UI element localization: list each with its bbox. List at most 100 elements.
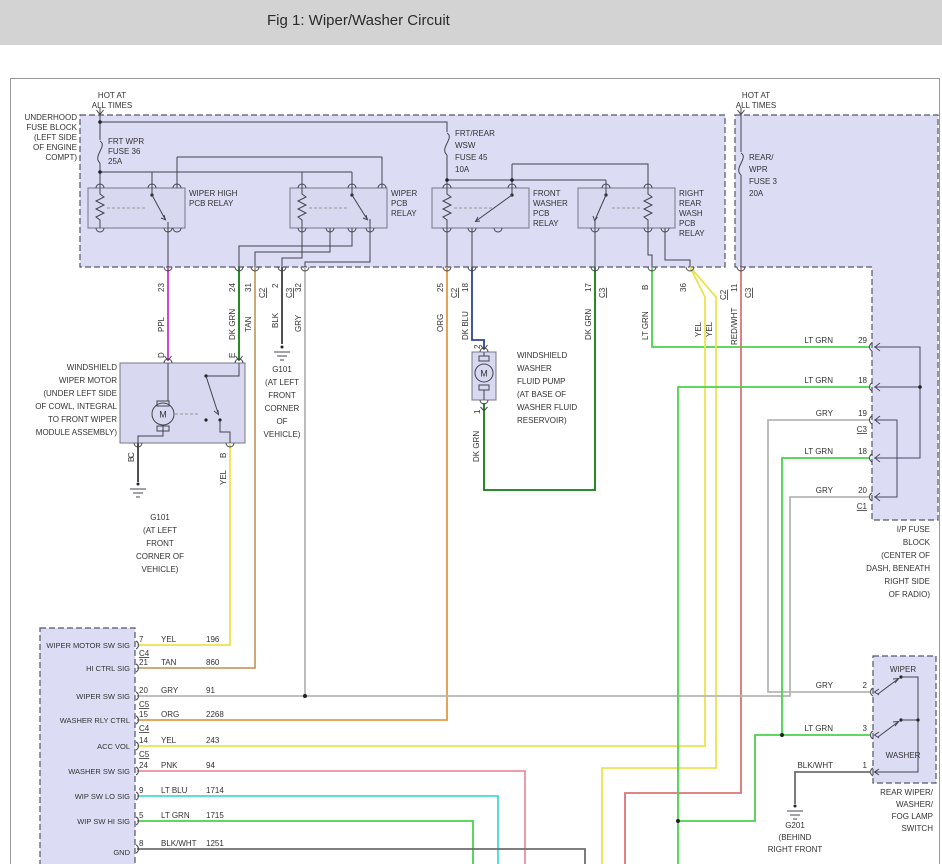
ip-pin-29-color: LT GRN [804, 336, 833, 345]
pump-pin-2: 2 [473, 344, 482, 349]
svg-text:LT BLU: LT BLU [161, 786, 188, 795]
wiring-diagram: M M HOT AT ALL TIMES HOT AT ALL TIMES UN… [10, 78, 940, 864]
wire-label-tan: TAN [244, 316, 253, 332]
svg-text:MODULE ASSEMBLY): MODULE ASSEMBLY) [36, 428, 118, 437]
bcm-row-name: WASHER SW SIG [68, 767, 130, 776]
svg-text:RELAY: RELAY [391, 209, 417, 218]
svg-text:1714: 1714 [206, 786, 224, 795]
wiper-relay-box [289, 187, 388, 229]
wire-label-blk: BLK [271, 312, 280, 328]
svg-text:COMPT): COMPT) [45, 153, 77, 162]
svg-text:10A: 10A [455, 165, 470, 174]
underhood-label: UNDERHOOD [25, 113, 78, 122]
svg-text:C4: C4 [139, 649, 150, 658]
svg-text:196: 196 [206, 635, 220, 644]
ip-pin-19: 19 [858, 409, 867, 418]
svg-text:BLOCK: BLOCK [903, 538, 931, 547]
hot-left-2: ALL TIMES [92, 101, 132, 110]
bcm-row-name: GND [113, 848, 130, 857]
wiper-high-relay-box [87, 187, 186, 229]
motor-pin-e: E [228, 353, 237, 358]
bcm-row-name: WIPER MOTOR SW SIG [46, 641, 130, 650]
switch-pin-3: 3 [863, 724, 868, 733]
svg-text:WASH: WASH [679, 209, 703, 218]
svg-text:WIPER MOTOR: WIPER MOTOR [59, 376, 117, 385]
conn-c3-17: C3 [598, 287, 607, 298]
g101-relay-label: G101 [272, 365, 292, 374]
bcm-row-name: WIP SW HI SIG [77, 817, 130, 826]
relay3-label: FRONT [533, 189, 561, 198]
pin-36: 36 [679, 283, 688, 292]
conn-c2-31: C2 [258, 287, 267, 298]
svg-text:WASHER: WASHER [517, 364, 552, 373]
svg-text:243: 243 [206, 736, 220, 745]
ip-label: I/P FUSE [897, 525, 930, 534]
svg-text:RIGHT FRONT: RIGHT FRONT [768, 845, 823, 854]
pump-pin-1: 1 [473, 409, 482, 414]
svg-text:(AT LEFT: (AT LEFT [265, 378, 299, 387]
svg-text:OF ENGINE: OF ENGINE [33, 143, 77, 152]
switch-pin-3-color: LT GRN [804, 724, 833, 733]
svg-text:VEHICLE): VEHICLE) [142, 565, 179, 574]
svg-text:860: 860 [206, 658, 220, 667]
pump-symbol: M [480, 369, 488, 379]
svg-text:25A: 25A [108, 157, 123, 166]
svg-text:RESERVOIR): RESERVOIR) [517, 416, 567, 425]
pin-24: 24 [228, 283, 237, 292]
svg-text:ORG: ORG [161, 710, 179, 719]
switch-pin-2: 2 [863, 681, 868, 690]
pin-31: 31 [244, 283, 253, 292]
svg-text:FLUID PUMP: FLUID PUMP [517, 377, 565, 386]
motor-label: WINDSHIELD [67, 363, 117, 372]
svg-text:FRONT: FRONT [146, 539, 174, 548]
svg-text:FUSE BLOCK: FUSE BLOCK [26, 123, 77, 132]
bcm-row-name: WASHER RLY CTRL [60, 716, 130, 725]
svg-text:(AT LEFT: (AT LEFT [143, 526, 177, 535]
fuse3-label: REAR/ [749, 153, 774, 162]
svg-text:OF COWL, INTEGRAL: OF COWL, INTEGRAL [35, 402, 117, 411]
motor-pin-d: D [157, 352, 166, 358]
switch-label: REAR WIPER/ [880, 788, 934, 797]
svg-text:15: 15 [139, 710, 148, 719]
svg-text:WPR: WPR [749, 165, 768, 174]
svg-text:8: 8 [139, 839, 144, 848]
svg-text:YEL: YEL [161, 736, 177, 745]
switch-pin-2-color: GRY [816, 681, 834, 690]
pin-11: 11 [730, 283, 739, 292]
svg-text:14: 14 [139, 736, 148, 745]
pin-17: 17 [584, 283, 593, 292]
svg-text:DASH, BENEATH: DASH, BENEATH [866, 564, 930, 573]
wire-label-gry: GRY [294, 314, 303, 332]
ip-pin-20-color: GRY [816, 486, 834, 495]
motor-pin-b: B [219, 453, 228, 458]
svg-text:5: 5 [139, 811, 144, 820]
wire-label-yel-motor: YEL [219, 469, 228, 485]
pin-25: 25 [436, 283, 445, 292]
svg-text:(AT BASE OF: (AT BASE OF [517, 390, 566, 399]
svg-text:1251: 1251 [206, 839, 224, 848]
svg-text:LT GRN: LT GRN [161, 811, 190, 820]
bcm-row-name: ACC VOL [97, 742, 130, 751]
wire-label-org: ORG [436, 314, 445, 332]
svg-text:FRONT: FRONT [268, 391, 296, 400]
svg-text:PCB: PCB [679, 219, 695, 228]
svg-text:GRY: GRY [161, 686, 179, 695]
ip-pin-18b-color: LT GRN [804, 447, 833, 456]
hot-left-1: HOT AT [98, 91, 126, 100]
svg-text:(CENTER OF: (CENTER OF [881, 551, 930, 560]
ip-conn-c1: C1 [857, 502, 868, 511]
pin-b: B [641, 285, 650, 290]
svg-text:OF: OF [276, 417, 287, 426]
svg-text:PCB: PCB [391, 199, 407, 208]
wire-label-dkgrn17: DK GRN [584, 309, 593, 340]
svg-text:FOG LAMP: FOG LAMP [892, 812, 933, 821]
svg-text:WASHER/: WASHER/ [896, 800, 934, 809]
wire-label-redwht: RED/WHT [730, 308, 739, 345]
bcm-row-name: WIPER SW SIG [76, 692, 130, 701]
motor-symbol: M [159, 410, 167, 420]
svg-text:C5: C5 [139, 750, 150, 759]
pin-18: 18 [461, 283, 470, 292]
conn-c2-25: C2 [450, 287, 459, 298]
svg-text:WASHER FLUID: WASHER FLUID [517, 403, 577, 412]
pin-23: 23 [157, 283, 166, 292]
